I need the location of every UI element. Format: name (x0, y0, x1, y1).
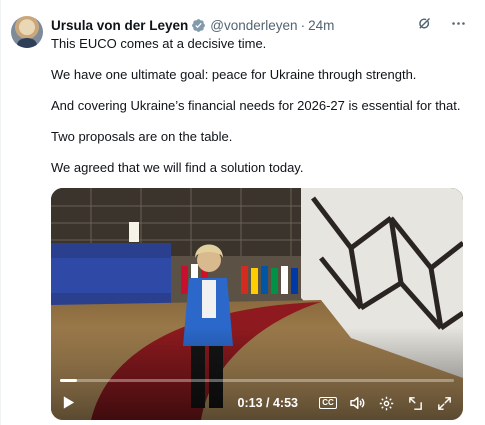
play-icon[interactable] (61, 395, 77, 411)
grok-icon[interactable] (415, 14, 433, 32)
tweet-paragraph: This EUCO comes at a decisive time. (51, 36, 267, 51)
separator-dot: · (300, 17, 306, 33)
timestamp[interactable]: 24m (308, 18, 334, 33)
video-player[interactable]: 0:13 / 4:53 CC (51, 188, 463, 420)
captions-icon[interactable]: CC (319, 394, 337, 412)
author-handle[interactable]: @vonderleyen (210, 18, 297, 33)
video-controls: 0:13 / 4:53 CC (51, 386, 463, 420)
video-progress-fill (60, 379, 78, 382)
tweet-paragraph: Two proposals are on the table. (51, 129, 233, 144)
settings-icon[interactable] (377, 394, 395, 412)
captions-label: CC (319, 397, 337, 409)
video-timecode: 0:13 / 4:53 (237, 396, 298, 410)
fullscreen-icon[interactable] (435, 394, 453, 412)
tweet-paragraph: We have one ultimate goal: peace for Ukr… (51, 67, 417, 82)
video-progress-bar[interactable] (60, 379, 454, 382)
more-icon[interactable] (449, 14, 467, 32)
verified-badge-icon (191, 18, 206, 33)
volume-icon[interactable] (348, 394, 366, 412)
tweet: Ursula von der Leyen @vonderleyen · 24m … (0, 0, 485, 425)
author-name[interactable]: Ursula von der Leyen (51, 18, 188, 33)
tweet-text: This EUCO comes at a decisive time. We h… (51, 36, 471, 176)
pop-out-icon[interactable] (406, 394, 424, 412)
tweet-top-actions (415, 14, 467, 32)
tweet-header: Ursula von der Leyen @vonderleyen · 24m (51, 15, 334, 35)
avatar[interactable] (11, 16, 43, 48)
tweet-paragraph: And covering Ukraine’s financial needs f… (51, 98, 461, 113)
tweet-paragraph: We agreed that we will find a solution t… (51, 160, 304, 175)
